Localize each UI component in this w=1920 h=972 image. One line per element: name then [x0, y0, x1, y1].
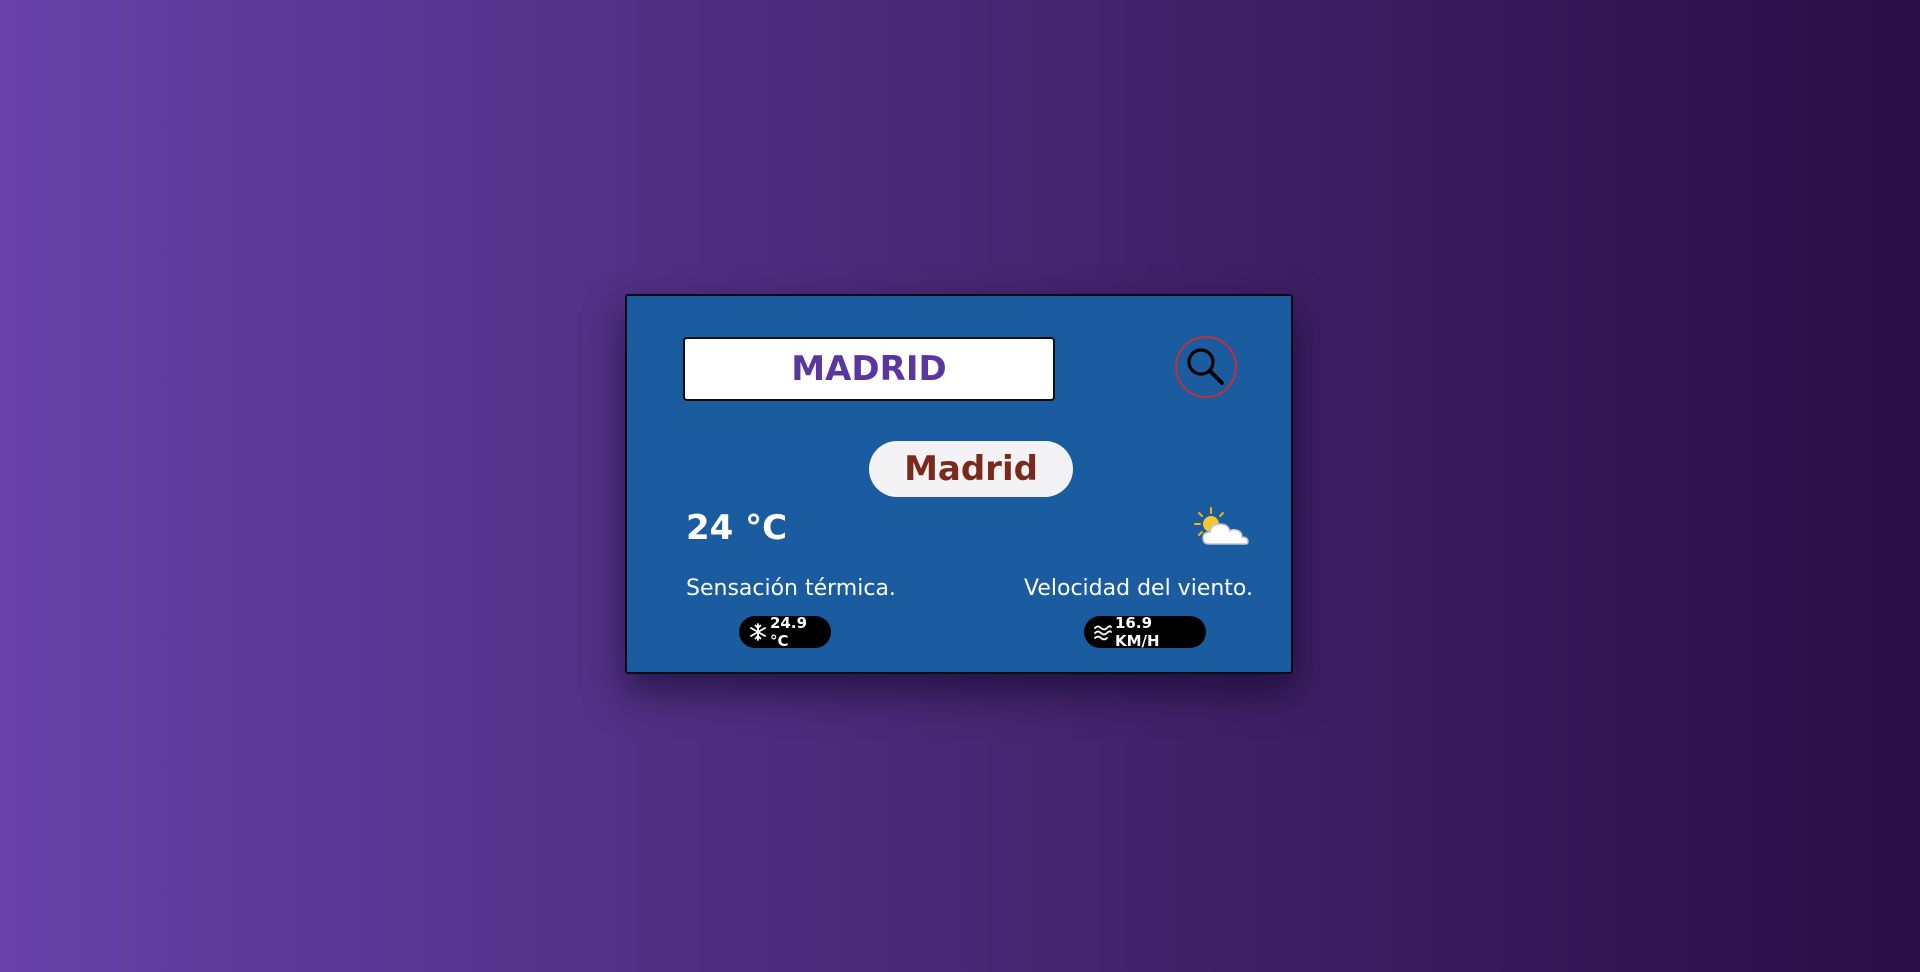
feels-like-label: Sensación térmica. — [686, 576, 896, 601]
wind-speed-badge: 16.9 KM/H — [1084, 614, 1206, 650]
wind-speed-value: 16.9 KM/H — [1115, 614, 1160, 650]
snowflake-icon — [750, 623, 766, 641]
wind-speed-label: Velocidad del viento. — [1024, 576, 1253, 601]
search-button[interactable] — [1175, 336, 1237, 398]
feels-like-value: 24.9 °C — [770, 614, 808, 650]
weather-card: Madrid 24 °C Sensación térmica. Velocida… — [625, 294, 1293, 674]
temperature-value: 24 °C — [686, 508, 788, 548]
city-name: Madrid — [869, 441, 1073, 497]
feels-like-badge: 24.9 °C — [739, 614, 831, 650]
search-input[interactable] — [683, 337, 1055, 401]
search-icon — [1187, 348, 1224, 385]
wind-icon — [1094, 625, 1112, 641]
partly-cloudy-icon — [1194, 507, 1249, 545]
